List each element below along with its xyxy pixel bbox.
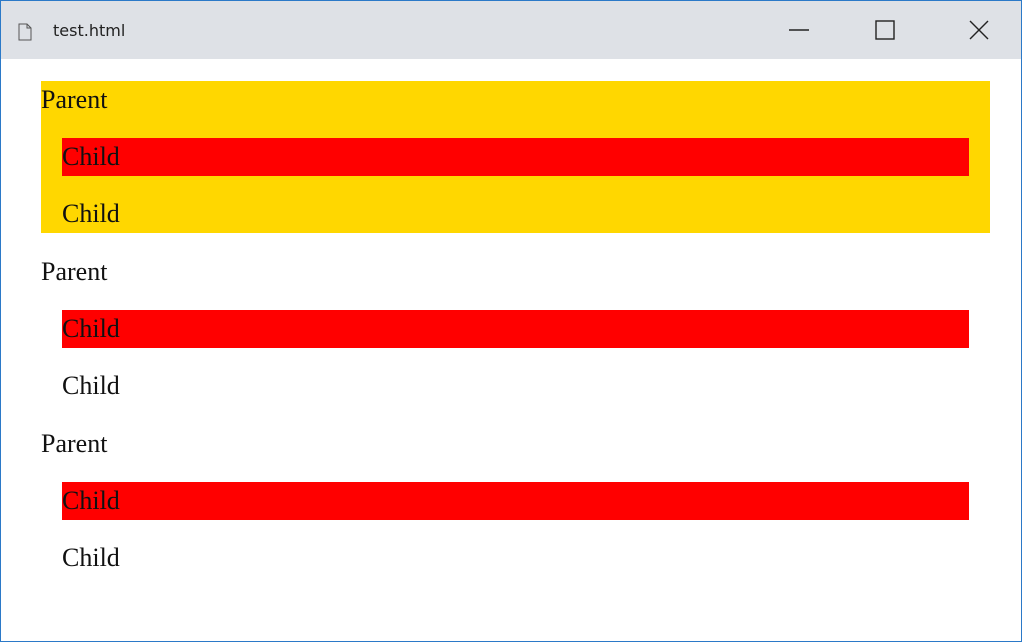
parent-label: Parent — [41, 85, 108, 114]
child-label: Child — [62, 371, 120, 400]
window-title: test.html — [53, 21, 126, 40]
file-icon — [18, 23, 32, 41]
close-button[interactable] — [956, 1, 1002, 59]
title-bar: test.html — [1, 1, 1021, 59]
child-label: Child — [62, 543, 120, 572]
child-label: Child — [62, 142, 120, 171]
maximize-button[interactable] — [862, 1, 908, 59]
parent-label: Parent — [41, 257, 108, 286]
child-label: Child — [62, 199, 120, 228]
parent-block: Parent Child Child — [41, 425, 990, 577]
parent-label: Parent — [41, 429, 108, 458]
child-label: Child — [62, 486, 120, 515]
child-block: Child — [62, 310, 969, 348]
child-label: Child — [62, 314, 120, 343]
minimize-button[interactable] — [776, 1, 822, 59]
child-block: Child — [62, 138, 969, 176]
page-content: Parent Child Child Parent Child Child Pa… — [1, 59, 1021, 641]
parent-block: Parent Child Child — [41, 253, 990, 405]
close-icon — [969, 20, 989, 40]
child-block: Child — [62, 539, 969, 577]
child-block: Child — [62, 482, 969, 520]
maximize-icon — [875, 20, 895, 40]
minimize-icon — [789, 29, 809, 31]
child-block: Child — [62, 367, 969, 405]
parent-block: Parent Child Child — [41, 81, 990, 233]
browser-window: test.html Parent Child Child Parent Chil… — [0, 0, 1022, 642]
child-block: Child — [62, 195, 969, 233]
